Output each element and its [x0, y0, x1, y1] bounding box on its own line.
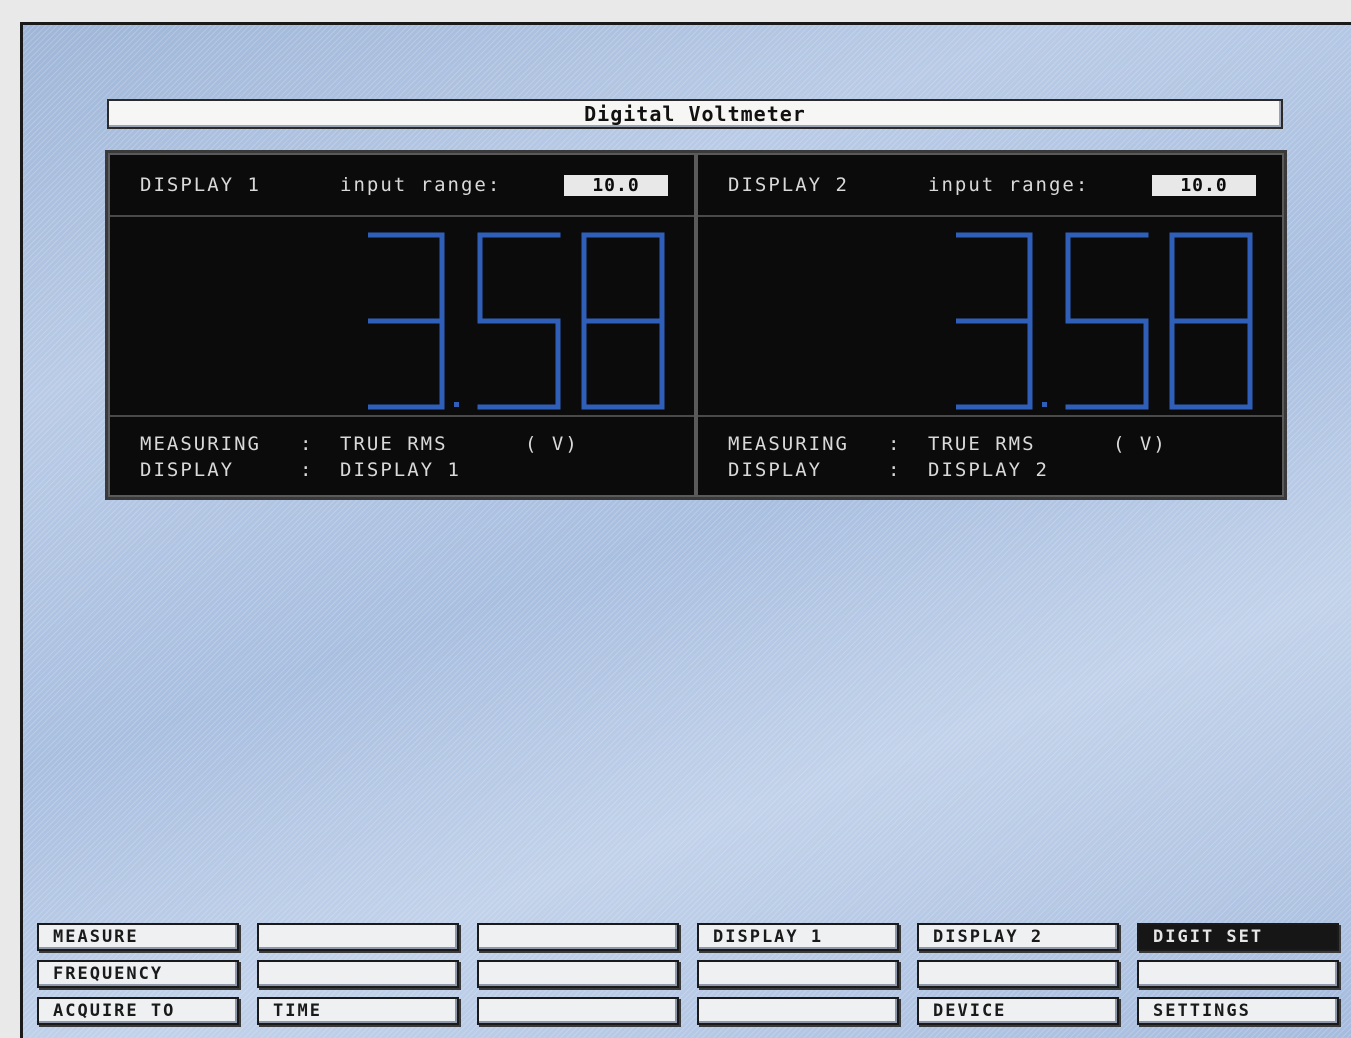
softkey-r1-c2[interactable] [257, 923, 459, 951]
softkey-r1-c3[interactable] [477, 923, 679, 951]
display-1-reading [110, 217, 694, 417]
display-1-measuring-value: TRUE RMS [340, 433, 448, 455]
display-1-header: DISPLAY 1 input range: 10.0 [110, 155, 694, 217]
display-1-display-label: DISPLAY [140, 459, 235, 481]
softkey-measure[interactable]: MEASURE [37, 923, 239, 951]
softkey-digit-set[interactable]: DIGIT SET [1137, 923, 1339, 951]
instrument-screen: Digital Voltmeter DISPLAY 1 input range:… [20, 22, 1351, 1038]
display-2-measuring-sep: : [888, 433, 902, 455]
softkey-settings[interactable]: SETTINGS [1137, 997, 1339, 1025]
display-2-measuring-value: TRUE RMS [928, 433, 1036, 455]
softkey-time[interactable]: TIME [257, 997, 459, 1025]
display-area: DISPLAY 1 input range: 10.0 MEASURING : … [105, 150, 1287, 500]
display-1-display-value: DISPLAY 1 [340, 459, 461, 481]
display-2-digits [956, 232, 1253, 410]
softkey-r3-c4[interactable] [697, 997, 899, 1025]
decimal-point [1042, 402, 1047, 407]
display-2-range-label: input range: [928, 174, 1090, 196]
display-2-measuring-label: MEASURING [728, 433, 849, 455]
display-panel-1: DISPLAY 1 input range: 10.0 MEASURING : … [108, 153, 696, 497]
display-2-header: DISPLAY 2 input range: 10.0 [698, 155, 1282, 217]
app-title: Digital Voltmeter [107, 99, 1283, 129]
display-2-footer: MEASURING : TRUE RMS ( V) DISPLAY : DISP… [698, 417, 1282, 483]
softkey-r2-c3[interactable] [477, 960, 679, 988]
display-2-display-label: DISPLAY [728, 459, 823, 481]
display-1-digits [368, 232, 665, 410]
display-1-range-value[interactable]: 10.0 [564, 174, 668, 196]
softkey-r2-c4[interactable] [697, 960, 899, 988]
display-2-display-value: DISPLAY 2 [928, 459, 1049, 481]
softkey-r2-c5[interactable] [917, 960, 1119, 988]
softkey-r2-c6[interactable] [1137, 960, 1339, 988]
display-1-display-sep: : [300, 459, 314, 481]
display-1-measuring-sep: : [300, 433, 314, 455]
softkey-acquire-to[interactable]: ACQUIRE TO [37, 997, 239, 1025]
display-1-label: DISPLAY 1 [140, 174, 261, 196]
decimal-point [454, 402, 459, 407]
softkey-r3-c3[interactable] [477, 997, 679, 1025]
display-2-display-sep: : [888, 459, 902, 481]
display-2-reading [698, 217, 1282, 417]
display-2-label: DISPLAY 2 [728, 174, 849, 196]
softkey-grid: MEASURE DISPLAY 1 DISPLAY 2 DIGIT SET FR… [37, 923, 1347, 1033]
softkey-display-1[interactable]: DISPLAY 1 [697, 923, 899, 951]
display-1-measuring-label: MEASURING [140, 433, 261, 455]
display-1-range-label: input range: [340, 174, 502, 196]
softkey-r2-c2[interactable] [257, 960, 459, 988]
display-panel-2: DISPLAY 2 input range: 10.0 MEASURING : … [696, 153, 1284, 497]
display-2-unit: ( V) [1113, 433, 1167, 455]
softkey-device[interactable]: DEVICE [917, 997, 1119, 1025]
display-1-unit: ( V) [525, 433, 579, 455]
softkey-display-2[interactable]: DISPLAY 2 [917, 923, 1119, 951]
softkey-frequency[interactable]: FREQUENCY [37, 960, 239, 988]
display-2-range-value[interactable]: 10.0 [1152, 174, 1256, 196]
display-1-footer: MEASURING : TRUE RMS ( V) DISPLAY : DISP… [110, 417, 694, 483]
